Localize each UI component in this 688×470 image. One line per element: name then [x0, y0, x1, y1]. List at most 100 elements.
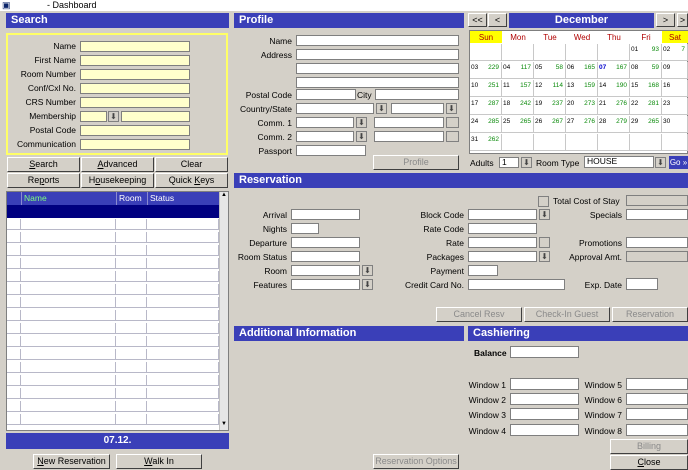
calendar-day[interactable]: 20 273 [566, 98, 598, 115]
clear-button[interactable]: Clear [155, 157, 228, 172]
block-code-dropdown-icon[interactable]: ⬇ [539, 209, 550, 220]
reservation-options-button[interactable]: Reservation Options [373, 454, 459, 469]
state-dropdown-icon[interactable]: ⬇ [446, 103, 457, 114]
window6-value[interactable] [626, 393, 688, 405]
table-row[interactable] [7, 284, 219, 295]
housekeeping-button[interactable]: Housekeeping [81, 173, 154, 188]
passport-input[interactable] [296, 145, 366, 156]
calendar-day[interactable]: 04 117 [502, 62, 534, 79]
specials-input[interactable] [626, 209, 688, 220]
window3-value[interactable] [510, 408, 579, 420]
calendar-day[interactable]: 18 242 [502, 98, 534, 115]
comm2-value-input[interactable] [374, 131, 444, 142]
packages-dropdown-icon[interactable]: ⬇ [539, 251, 550, 262]
window1-value[interactable] [510, 378, 579, 390]
room-status-input[interactable] [291, 251, 360, 262]
exp-date-input[interactable] [626, 278, 658, 290]
search-name-input[interactable] [80, 41, 190, 52]
calendar-day[interactable]: 03 229 [470, 62, 502, 79]
calendar-day[interactable]: 10 251 [470, 80, 502, 97]
reports-button[interactable]: Reports [7, 173, 80, 188]
payment-input[interactable] [468, 265, 498, 276]
next-next-month-button[interactable]: > [677, 13, 688, 27]
scroll-up-icon[interactable]: ▲ [220, 192, 228, 198]
table-row[interactable] [7, 271, 219, 282]
credit-card-input[interactable] [468, 279, 565, 290]
calendar-day[interactable]: 26 267 [534, 116, 566, 133]
calendar-day[interactable]: 07 167 [598, 62, 630, 79]
block-code-input[interactable] [468, 209, 537, 220]
profile-name-input[interactable] [296, 35, 459, 46]
profile-address-line3[interactable] [296, 77, 459, 88]
table-row[interactable] [7, 375, 219, 386]
calendar-day[interactable]: 01 93 [630, 44, 662, 61]
checkin-guest-button[interactable]: Check-In Guest [524, 307, 610, 322]
search-postal-code-input[interactable] [80, 125, 190, 136]
walk-in-button[interactable]: Walk In [116, 454, 202, 469]
nights-input[interactable] [291, 223, 319, 234]
calendar-day[interactable]: 16 [662, 80, 688, 97]
comm1-dropdown-icon[interactable]: ⬇ [356, 117, 367, 128]
table-row[interactable] [7, 388, 219, 399]
scroll-down-icon[interactable]: ▼ [220, 421, 228, 427]
calendar-day[interactable]: 08 59 [630, 62, 662, 79]
calendar-day[interactable]: 28 279 [598, 116, 630, 133]
arrival-input[interactable] [291, 209, 360, 220]
features-input[interactable] [291, 279, 360, 290]
calendar-day[interactable]: 06 165 [566, 62, 598, 79]
search-crs-number-input[interactable] [80, 97, 190, 108]
profile-button[interactable]: Profile [373, 155, 459, 170]
table-row[interactable] [7, 414, 219, 425]
advanced-button[interactable]: Advanced [81, 157, 154, 172]
calendar-day[interactable]: 12 114 [534, 80, 566, 97]
calendar-day[interactable]: 29 265 [630, 116, 662, 133]
table-row[interactable] [7, 362, 219, 373]
calendar-day[interactable]: 17 287 [470, 98, 502, 115]
quick-keys-button[interactable]: Quick Keys [155, 173, 228, 188]
calendar-day[interactable]: 05 58 [534, 62, 566, 79]
close-button[interactable]: Close [610, 455, 688, 470]
column-header-room[interactable]: Room [116, 192, 147, 205]
table-row[interactable] [7, 323, 219, 334]
rate-more-button[interactable] [539, 237, 550, 248]
calendar-day[interactable]: 02 7 [662, 44, 688, 61]
state-input[interactable] [391, 103, 444, 114]
window7-value[interactable] [626, 408, 688, 420]
cancel-resv-button[interactable]: Cancel Resv [436, 307, 522, 322]
table-row[interactable] [7, 336, 219, 347]
calendar-day[interactable]: 31 262 [470, 134, 502, 151]
rate-code-input[interactable] [468, 223, 537, 234]
promotions-input[interactable] [626, 237, 688, 248]
country-input[interactable] [296, 103, 374, 114]
window2-value[interactable] [510, 393, 579, 405]
new-reservation-button[interactable]: New Reservation [33, 454, 110, 469]
results-scrollbar[interactable]: ▲ ▼ [219, 192, 228, 430]
calendar-day[interactable]: 25 265 [502, 116, 534, 133]
calendar-day[interactable]: 09 [662, 62, 688, 79]
window5-value[interactable] [626, 378, 688, 390]
comm2-dropdown-icon[interactable]: ⬇ [356, 131, 367, 142]
reservation-button[interactable]: Reservation [612, 307, 688, 322]
rate-input[interactable] [468, 237, 537, 248]
features-dropdown-icon[interactable]: ⬇ [362, 279, 373, 290]
calendar-day[interactable]: 21 276 [598, 98, 630, 115]
search-communication-input[interactable] [80, 139, 190, 150]
calendar-day[interactable]: 15 168 [630, 80, 662, 97]
packages-input[interactable] [468, 251, 537, 262]
window4-value[interactable] [510, 424, 579, 436]
table-row[interactable] [7, 310, 219, 321]
table-row[interactable] [7, 219, 219, 230]
table-row[interactable] [7, 401, 219, 412]
room-input[interactable] [291, 265, 360, 276]
profile-city-input[interactable] [375, 89, 459, 100]
next-month-button[interactable]: > [656, 13, 675, 27]
table-row[interactable] [7, 232, 219, 243]
calendar-day[interactable]: 22 281 [630, 98, 662, 115]
membership-dropdown-icon[interactable]: ⬇ [108, 111, 119, 122]
column-header-status[interactable]: Status [147, 192, 219, 205]
country-dropdown-icon[interactable]: ⬇ [376, 103, 387, 114]
search-button[interactable]: Search [7, 157, 80, 172]
column-header-name[interactable]: Name [21, 192, 116, 205]
table-row[interactable] [7, 258, 219, 269]
membership-number-input[interactable] [121, 111, 190, 122]
